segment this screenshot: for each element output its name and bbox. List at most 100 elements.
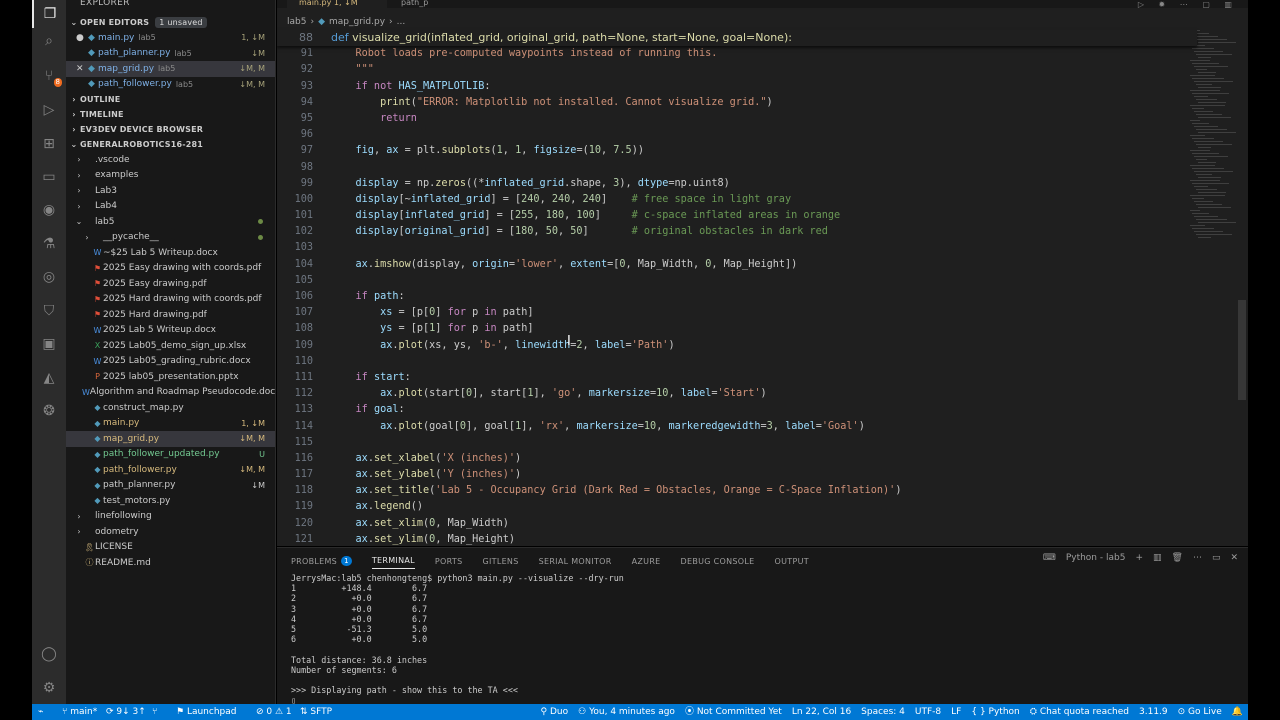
open-editor-item[interactable]: ● ◆ main.py lab5 1, ↓M xyxy=(66,30,275,46)
tab-ports[interactable]: PORTS xyxy=(435,553,463,569)
tree-item[interactable]: ⌄ lab5 xyxy=(66,214,275,230)
tree-item[interactable]: ◆ test_motors.py xyxy=(66,493,275,509)
explorer-icon[interactable]: ❐ xyxy=(32,0,66,28)
new-terminal-icon[interactable]: + xyxy=(1135,553,1143,563)
split-terminal-icon[interactable]: ▥ xyxy=(1153,553,1162,563)
minimap-line xyxy=(1196,219,1227,221)
remote-explorer-icon[interactable]: ▭ xyxy=(32,163,66,191)
tree-item[interactable]: 🎗 LICENSE xyxy=(66,540,275,556)
vertical-scrollbar[interactable] xyxy=(1238,300,1246,400)
remote-icon[interactable]: ⌁ xyxy=(38,704,43,720)
tab-output[interactable]: OUTPUT xyxy=(775,553,809,569)
more-icon[interactable]: ⋯ xyxy=(1193,553,1202,563)
sftp-status[interactable]: ⇅ SFTP xyxy=(300,704,332,720)
notifications-icon[interactable]: 🔔 xyxy=(1227,704,1248,720)
extensions-icon[interactable]: ⊞ xyxy=(32,130,66,158)
search-icon[interactable]: ⌕ xyxy=(32,27,66,55)
language-mode[interactable]: { } Python xyxy=(966,704,1024,720)
tree-item[interactable]: › Lab4 xyxy=(66,199,275,215)
tree-item[interactable]: ⚑ 2025 Hard drawing with coords.pdf xyxy=(66,292,275,308)
sticky-scroll-header[interactable]: 88 def visualize_grid(inflated_grid, orig… xyxy=(277,30,1197,46)
trash-icon[interactable]: 🗑 xyxy=(1172,553,1183,563)
tree-item[interactable]: W 2025 Lab05_grading_rubric.docx xyxy=(66,354,275,370)
copilot-icon[interactable]: ❂ xyxy=(32,397,66,425)
end-of-line[interactable]: LF xyxy=(946,704,966,720)
tree-item[interactable]: ◆ construct_map.py xyxy=(66,400,275,416)
tab-problems[interactable]: PROBLEMS 1 xyxy=(291,553,352,569)
indentation[interactable]: Spaces: 4 xyxy=(856,704,910,720)
tree-item[interactable]: › Lab3 xyxy=(66,183,275,199)
tree-item[interactable]: ⚑ 2025 Easy drawing with coords.pdf xyxy=(66,261,275,277)
code-token: subplots xyxy=(441,145,491,157)
tree-item[interactable]: › __pycache__ xyxy=(66,230,275,246)
tree-item[interactable]: › odometry xyxy=(66,524,275,540)
tree-item[interactable]: ◆ map_grid.py ↓M, M xyxy=(66,431,275,447)
open-editors-header[interactable]: ⌄ OPEN EDITORS 1 unsaved xyxy=(66,15,275,30)
tree-item[interactable]: W ~$25 Lab 5 Writeup.docx xyxy=(66,245,275,261)
breadcrumb-file[interactable]: map_grid.py xyxy=(329,17,385,27)
outline-header[interactable]: › OUTLINE xyxy=(66,92,275,107)
tab-terminal[interactable]: TERMINAL xyxy=(371,553,415,569)
tree-item[interactable]: ◆ path_follower.py ↓M, M xyxy=(66,462,275,478)
launchpad-status[interactable]: ⚑ Launchpad xyxy=(176,704,236,720)
cursor-position[interactable]: Ln 22, Col 16 xyxy=(787,704,856,720)
tree-item[interactable]: P 2025 lab05_presentation.pptx xyxy=(66,369,275,385)
tree-item[interactable]: › examples xyxy=(66,168,275,184)
blame-status[interactable]: ⚇ You, 4 minutes ago xyxy=(573,704,680,720)
tree-item[interactable]: W Algorithm and Roadmap Pseudocode.docx xyxy=(66,385,275,401)
close-panel-icon[interactable]: ✕ xyxy=(1230,553,1238,563)
problems-status[interactable]: ⊘ 0 ⚠ 1 xyxy=(256,704,292,720)
ev3dev-header[interactable]: › EV3DEV DEVICE BROWSER xyxy=(66,122,275,137)
workspace-header[interactable]: ⌄ GENERALROBOTICS16-281 xyxy=(66,137,275,152)
copilot-chat-status[interactable]: ⛭ Chat quota reached xyxy=(1025,704,1134,720)
tree-item[interactable]: X 2025 Lab05_demo_sign_up.xlsx xyxy=(66,338,275,354)
minimap[interactable] xyxy=(1186,30,1248,546)
github-icon[interactable]: ◎ xyxy=(32,263,66,291)
tree-item[interactable]: › linefollowing xyxy=(66,509,275,525)
code-lines[interactable]: 91 Robot loads pre-computed waypoints in… xyxy=(277,30,1197,546)
tree-item[interactable]: ◆ path_follower_updated.py U xyxy=(66,447,275,463)
encoding[interactable]: UTF-8 xyxy=(910,704,946,720)
python-version[interactable]: 3.11.9 xyxy=(1134,704,1173,720)
tree-item[interactable]: ◆ path_planner.py ↓M xyxy=(66,478,275,494)
tab-gitlens[interactable]: GITLENS xyxy=(482,553,518,569)
breadcrumb-folder[interactable]: lab5 xyxy=(287,17,306,27)
go-live-status[interactable]: ⊙ Go Live xyxy=(1173,704,1227,720)
open-editor-item[interactable]: ◆ path_planner.py lab5 ↓M xyxy=(66,46,275,62)
unsaved-dot-icon[interactable]: ● xyxy=(76,33,88,43)
tree-item[interactable]: ⚑ 2025 Hard drawing.pdf xyxy=(66,307,275,323)
tab-serial-monitor[interactable]: SERIAL MONITOR xyxy=(539,553,612,569)
docker-icon[interactable]: ▣ xyxy=(32,330,66,358)
settings-gear-icon[interactable]: ⚙ xyxy=(32,674,66,702)
close-icon[interactable]: ✕ xyxy=(76,64,88,74)
duo-status[interactable]: ⚲ Duo xyxy=(536,704,574,720)
tab-main-py[interactable]: main.py 1, ↓M xyxy=(287,0,387,8)
branch-status[interactable]: ⑂ main* xyxy=(62,704,97,720)
terminal-output[interactable]: JerrysMac:lab5 chenhongteng$ python3 mai… xyxy=(291,573,624,705)
tab-azure[interactable]: AZURE xyxy=(632,553,661,569)
breadcrumb-symbol[interactable]: ... xyxy=(397,17,406,27)
gitlens-icon[interactable]: ◉ xyxy=(32,196,66,224)
tree-item[interactable]: ⚑ 2025 Easy drawing.pdf xyxy=(66,276,275,292)
tab-path-planner[interactable]: path_p xyxy=(389,0,439,8)
azure-icon[interactable]: ◭ xyxy=(32,364,66,392)
sync-status[interactable]: ⟳ 9↓ 3↑ xyxy=(106,704,146,720)
gitlab-icon[interactable]: ⛉ xyxy=(32,297,66,325)
tab-debug-console[interactable]: DEBUG CONSOLE xyxy=(681,553,755,569)
testing-icon[interactable]: ⚗ xyxy=(32,230,66,258)
tree-item[interactable]: W 2025 Lab 5 Writeup.docx xyxy=(66,323,275,339)
terminal-shell-label[interactable]: Python - lab5 xyxy=(1066,553,1126,563)
maximize-panel-icon[interactable]: ▭ xyxy=(1212,553,1221,563)
commit-status[interactable]: ⦿ Not Committed Yet xyxy=(680,704,787,720)
tree-item[interactable]: › .vscode xyxy=(66,152,275,168)
graph-icon[interactable]: ⑂ xyxy=(152,704,157,720)
run-debug-icon[interactable]: ▷ xyxy=(32,96,66,124)
editor-actions[interactable]: ▷ ✹ ⋯ ▢ ▥ xyxy=(1138,0,1238,9)
timeline-header[interactable]: › TIMELINE xyxy=(66,107,275,122)
tree-item[interactable]: ◆ main.py 1, ↓M xyxy=(66,416,275,432)
tree-item[interactable]: ⓘ README.md xyxy=(66,555,275,571)
account-icon[interactable]: ◯ xyxy=(32,640,66,668)
source-control-icon[interactable]: ⑂ 8 xyxy=(32,62,66,90)
open-editor-item[interactable]: ✕ ◆ map_grid.py lab5 ↓M, M xyxy=(66,61,275,77)
open-editor-item[interactable]: ◆ path_follower.py lab5 ↓M, M xyxy=(66,77,275,93)
